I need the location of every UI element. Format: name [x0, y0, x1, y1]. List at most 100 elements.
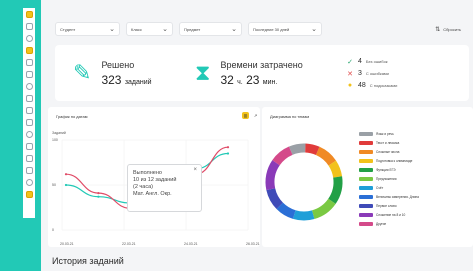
time-stat: ⧗ Времени затрачено 32 ч. 23 мин. — [185, 45, 332, 101]
tooltip-line-2: 10 из 12 заданий — [133, 177, 177, 183]
donut-chart-title: Диаграмма по темам — [270, 114, 310, 119]
time-label: Времени затрачено — [220, 59, 303, 70]
sidebar — [0, 0, 41, 271]
chat-icon[interactable] — [25, 143, 33, 150]
circle-icon[interactable] — [25, 179, 33, 186]
result-row: ● 48 С подсказками — [346, 82, 397, 89]
legend-label: Язык и речь — [376, 131, 394, 136]
reset-label: Сбросить — [443, 26, 461, 32]
result-label: С ошибками — [365, 71, 389, 76]
tooltip-line-1: Выполнено — [133, 170, 162, 176]
check-icon: ✓ — [347, 58, 353, 66]
logo-icon[interactable] — [25, 11, 33, 18]
pencil-icon[interactable] — [25, 47, 33, 54]
class-select-label: Класс — [131, 26, 142, 32]
settings-icon[interactable] — [25, 107, 33, 114]
sidebar-rail — [23, 8, 35, 218]
bulb-icon: ● — [347, 81, 353, 89]
legend-label: Первое слово — [376, 203, 397, 208]
time-hours-unit: ч. — [237, 78, 243, 86]
chart-tooltip: × Выполнено 10 из 12 заданий (2 часа) Ма… — [127, 164, 202, 212]
chevron-down-icon: ⌄ — [162, 25, 168, 33]
legend-item: Первое слово — [359, 201, 454, 210]
legend-swatch — [359, 176, 373, 181]
trend-view-button[interactable]: ↗ — [252, 112, 259, 119]
legend-swatch — [359, 194, 373, 199]
pencil-icon: ✎ — [73, 60, 92, 85]
user-icon[interactable] — [25, 59, 33, 66]
chevron-down-icon: ⌄ — [109, 25, 115, 33]
class-select[interactable]: Класс ⌄ — [126, 22, 173, 36]
legend-label: Текст и лексика — [376, 140, 400, 145]
result-count: 4 — [358, 58, 362, 65]
doc-icon[interactable] — [25, 131, 33, 138]
legend-item: Подготовка к олимпиаде — [359, 156, 454, 165]
solved-label: Решено — [101, 59, 135, 70]
time-value: 32 ч. 23 мин. — [220, 73, 302, 87]
legend-item: Сложные числа — [359, 147, 454, 156]
legend-label: Величины измерения. Длина — [376, 194, 419, 199]
legend-label: Другие — [376, 221, 387, 226]
time-hours: 32 — [220, 72, 234, 87]
stats-card: ✎ Решено 323 заданий ⧗ Времени затрачено… — [55, 45, 469, 101]
legend-label: Функции ЕГЭ — [376, 167, 396, 172]
hourglass-icon: ⧗ — [195, 60, 211, 85]
line-view-button[interactable]: ▥ — [242, 112, 249, 119]
star-icon[interactable] — [25, 191, 33, 198]
calendar-icon[interactable] — [25, 155, 33, 162]
time-minutes: 23 — [246, 72, 260, 87]
period-select-label: Последние 30 дней — [253, 26, 290, 32]
legend-swatch — [359, 185, 373, 190]
student-select-label: Студент — [60, 26, 76, 32]
legend-swatch — [359, 212, 373, 217]
legend-swatch — [359, 140, 373, 145]
reset-button[interactable]: ⇅ Сбросить — [435, 26, 469, 33]
legend-swatch — [359, 167, 373, 172]
book-icon[interactable] — [25, 95, 33, 102]
donut-legend: Язык и речь Текст и лексика Сложные числа П… — [359, 129, 454, 228]
chart-icon[interactable] — [25, 71, 33, 78]
period-select[interactable]: Последние 30 дней ⌄ — [248, 22, 322, 36]
result-count: 48 — [358, 81, 366, 89]
solved-stat: ✎ Решено 323 заданий — [55, 45, 185, 101]
legend-item: Величины измерения. Длина — [359, 192, 454, 201]
legend-item: Счёт — [359, 183, 454, 192]
result-row: ✕ 3 С ошибками — [346, 70, 389, 78]
list-icon[interactable] — [25, 83, 33, 90]
legend-item: Текст и лексика — [359, 138, 454, 147]
chevron-down-icon: ⌄ — [311, 25, 317, 33]
legend-swatch — [359, 221, 373, 226]
legend-item: Другие — [359, 219, 454, 228]
legend-swatch — [359, 158, 373, 163]
close-icon[interactable]: × — [193, 167, 197, 174]
solved-unit: заданий — [124, 78, 152, 86]
filter-bar: Студент ⌄ Класс ⌄ Предмет ⌄ Последние 30… — [55, 22, 469, 36]
cross-icon: ✕ — [347, 70, 353, 78]
subject-select-label: Предмет — [184, 26, 201, 32]
tooltip-line-4: Мат. Англ. Окр. — [133, 191, 172, 197]
result-label: Без ошибок — [365, 59, 388, 64]
legend-swatch — [359, 149, 373, 154]
refresh-icon[interactable] — [25, 35, 33, 42]
legend-label: Предложения — [376, 176, 397, 181]
legend-label: Подготовка к олимпиаде — [376, 158, 413, 163]
results-list: ✓ 4 Без ошибок ✕ 3 С ошибками ● 48 С подсказками — [332, 45, 469, 101]
legend-label: Сложные числа — [376, 149, 400, 154]
student-select[interactable]: Студент ⌄ — [55, 22, 120, 36]
grid-icon[interactable] — [25, 119, 33, 126]
solved-count: 323 — [101, 72, 122, 87]
result-count: 3 — [358, 70, 362, 77]
help-icon[interactable] — [25, 167, 33, 174]
legend-item: Язык и речь — [359, 129, 454, 138]
legend-label: Сложение на 8 и 10 — [376, 212, 406, 217]
legend-swatch — [359, 131, 373, 136]
chevron-down-icon: ⌄ — [231, 25, 237, 33]
clock-icon[interactable] — [25, 23, 33, 30]
legend-item: Предложения — [359, 174, 454, 183]
time-minutes-unit: мин. — [262, 78, 278, 86]
legend-item: Сложение на 8 и 10 — [359, 210, 454, 219]
tooltip-line-3: (2 часа) — [133, 184, 153, 190]
line-chart-title: График по датам — [56, 114, 88, 119]
subject-select[interactable]: Предмет ⌄ — [179, 22, 242, 36]
legend-swatch — [359, 203, 373, 208]
